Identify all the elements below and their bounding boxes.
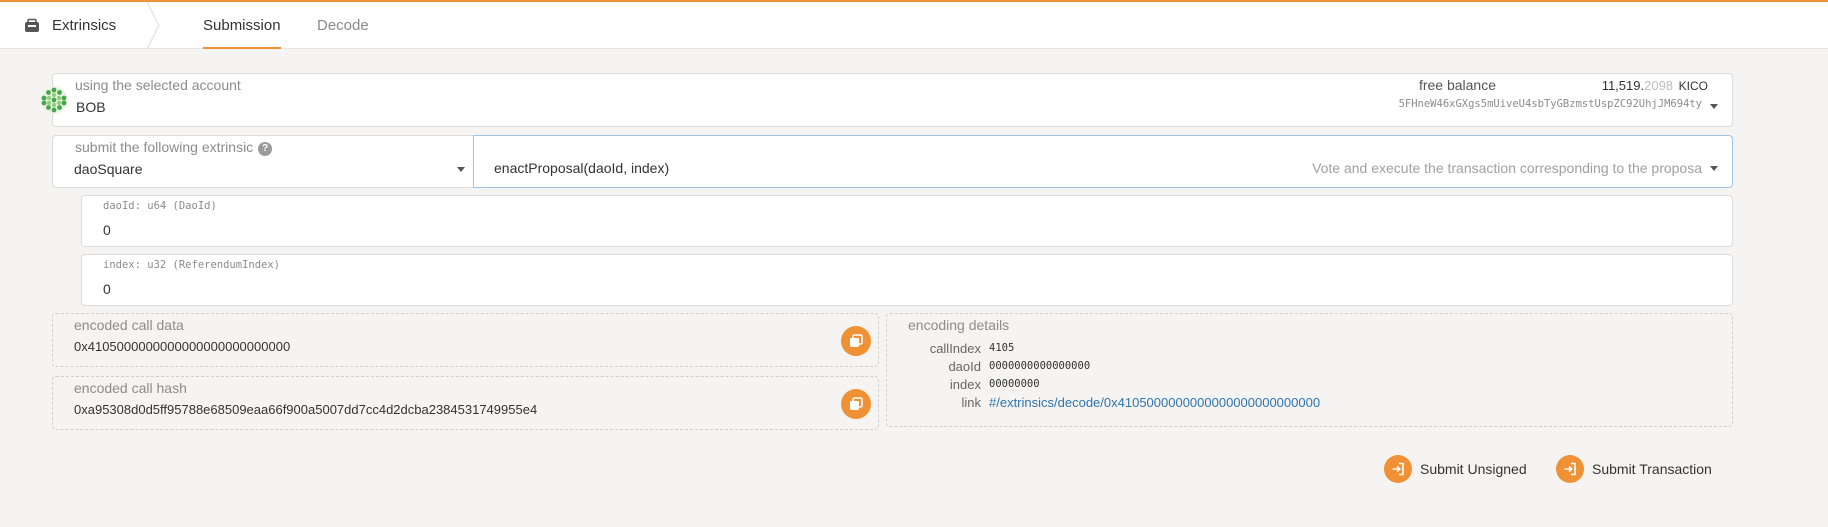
copy-icon [850, 397, 863, 410]
extrinsic-label-text: submit the following extrinsic [75, 139, 254, 155]
tab-decode[interactable]: Decode [317, 2, 369, 49]
free-balance-label: free balance [1418, 77, 1496, 93]
account-selector[interactable]: using the selected account BOB free bala… [52, 73, 1733, 127]
encoded-call-hash-value: 0xa95308d0d5ff95788e68509eaa66f900a5007d… [74, 402, 538, 417]
breadcrumb-separator [146, 2, 160, 49]
tab-submission-label: Submission [203, 17, 281, 34]
account-address: 5FHneW46xGXgs5mUiveU4sbTyGBzmstUspZC92Uh… [1398, 98, 1702, 110]
submit-transaction-label: Submit Transaction [1592, 461, 1712, 477]
param-daoid-input[interactable]: daoId: u64 (DaoId) 0 [81, 195, 1733, 247]
app-title-label: Extrinsics [52, 17, 117, 34]
extrinsic-label: submit the following extrinsic? [75, 139, 273, 156]
sign-in-icon [1384, 455, 1412, 483]
encoded-call-data-label: encoded call data [74, 317, 184, 333]
chevron-down-icon[interactable] [1710, 104, 1718, 109]
app-title[interactable]: Extrinsics [0, 2, 150, 49]
submit-unsigned-button[interactable]: Submit Unsigned [1384, 454, 1527, 484]
module-value: daoSquare [74, 161, 143, 177]
account-name: BOB [76, 99, 106, 115]
copy-call-hash-button[interactable] [841, 389, 871, 419]
extrinsics-icon [24, 18, 40, 34]
identicon [40, 86, 68, 114]
help-icon[interactable]: ? [258, 141, 273, 156]
encoded-call-hash: encoded call hash 0xa95308d0d5ff95788e68… [52, 376, 879, 430]
copy-call-data-button[interactable] [841, 326, 871, 356]
encoded-call-hash-label: encoded call hash [74, 380, 187, 396]
sign-in-icon [1556, 455, 1584, 483]
param-index-label: index: u32 (ReferendumIndex) [103, 259, 281, 271]
submit-transaction-button[interactable]: Submit Transaction [1556, 454, 1712, 484]
balance-integer: 11,519. [1601, 78, 1645, 93]
detail-key-callindex: callIndex [929, 341, 981, 356]
param-daoid-value: 0 [103, 222, 111, 238]
balance-decimal: 2098 [1644, 78, 1674, 93]
account-label: using the selected account [75, 77, 241, 93]
encoded-call-data-value: 0x4105000000000000000000000000 [74, 339, 291, 354]
param-index-value: 0 [103, 281, 111, 297]
module-selector[interactable]: submit the following extrinsic? daoSquar… [52, 135, 473, 188]
detail-key-index: index [949, 377, 981, 392]
method-description: Vote and execute the transaction corresp… [1312, 160, 1702, 176]
detail-key-link: link [961, 395, 981, 410]
free-balance-value: 11,519.2098 KICO [1602, 78, 1708, 93]
method-value: enactProposal(daoId, index) [494, 160, 670, 176]
balance-unit: KICO [1678, 79, 1708, 93]
encoded-call-data: encoded call data 0x41050000000000000000… [52, 313, 879, 367]
submit-unsigned-label: Submit Unsigned [1420, 461, 1527, 477]
chevron-down-icon[interactable] [457, 167, 465, 172]
top-navigation-bar: Extrinsics Submission Decode [0, 0, 1828, 49]
param-daoid-label: daoId: u64 (DaoId) [103, 200, 217, 212]
param-index-input[interactable]: index: u32 (ReferendumIndex) 0 [81, 254, 1733, 306]
detail-value-index: 00000000 [989, 378, 1040, 390]
decode-link[interactable]: #/extrinsics/decode/0x410500000000000000… [989, 395, 1320, 410]
encoding-details: encoding details callIndex 4105 daoId 00… [886, 313, 1733, 427]
chevron-down-icon[interactable] [1710, 166, 1718, 171]
encoding-details-title: encoding details [908, 317, 1010, 333]
detail-value-daoid: 0000000000000000 [989, 360, 1091, 372]
method-selector[interactable]: enactProposal(daoId, index) Vote and exe… [473, 135, 1733, 188]
tab-decode-label: Decode [317, 17, 369, 34]
detail-value-callindex: 4105 [989, 342, 1015, 354]
detail-key-daoid: daoId [948, 359, 981, 374]
tab-submission[interactable]: Submission [203, 2, 281, 49]
copy-icon [850, 334, 863, 347]
